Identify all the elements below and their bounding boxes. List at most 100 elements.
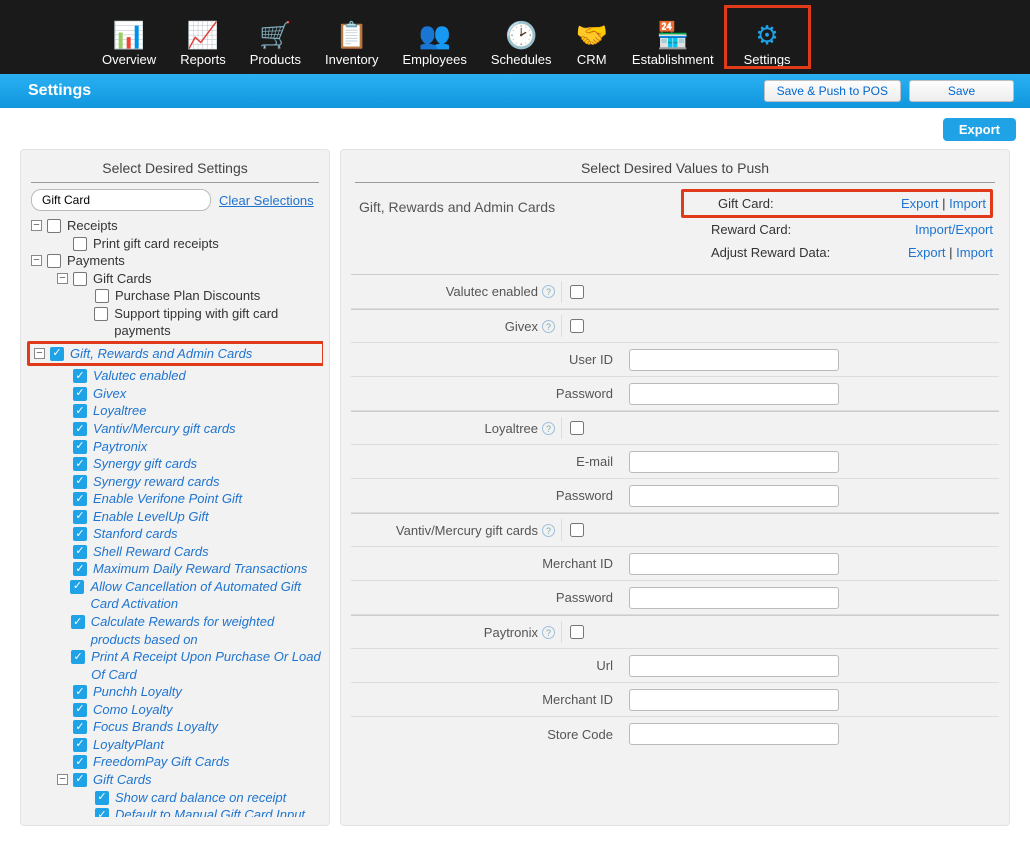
tree-item-print-receipt[interactable]: Print A Receipt Upon Purchase Or Load Of… [91, 648, 323, 683]
checkbox[interactable] [95, 289, 109, 303]
tree-item-como[interactable]: Como Loyalty [93, 701, 172, 719]
save-button[interactable]: Save [909, 80, 1014, 102]
checkbox[interactable] [50, 347, 64, 361]
collapse-toggle[interactable]: − [31, 255, 42, 266]
tree-item-focus[interactable]: Focus Brands Loyalty [93, 718, 218, 736]
paytronix-merchant-id-input[interactable] [629, 689, 839, 711]
tree-item-loyaltree[interactable]: Loyaltree [93, 402, 146, 420]
tree-item-valutec[interactable]: Valutec enabled [93, 367, 186, 385]
tree-item-verifone[interactable]: Enable Verifone Point Gift [93, 490, 242, 508]
tree-item-receipts[interactable]: Receipts [67, 217, 118, 235]
checkbox[interactable] [73, 475, 87, 489]
checkbox[interactable] [73, 457, 87, 471]
tree-item-default-manual[interactable]: Default to Manual Gift Card Input [115, 806, 305, 817]
givex-user-id-input[interactable] [629, 349, 839, 371]
collapse-toggle[interactable]: − [57, 774, 68, 785]
vantiv-checkbox[interactable] [570, 523, 584, 537]
tree-item-support-tipping[interactable]: Support tipping with gift card payments [114, 305, 323, 340]
tree-item-gift-rewards-admin[interactable]: Gift, Rewards and Admin Cards [70, 345, 252, 363]
checkbox[interactable] [73, 720, 87, 734]
tree-item-payments[interactable]: Payments [67, 252, 125, 270]
paytronix-checkbox[interactable] [570, 625, 584, 639]
checkbox[interactable] [71, 615, 85, 629]
tree-item-paytronix[interactable]: Paytronix [93, 438, 147, 456]
checkbox[interactable] [73, 685, 87, 699]
tree-item-allow-cancel[interactable]: Allow Cancellation of Automated Gift Car… [90, 578, 323, 613]
clear-selections-link[interactable]: Clear Selections [219, 193, 314, 208]
checkbox[interactable] [73, 738, 87, 752]
help-icon[interactable]: ? [542, 320, 555, 333]
tree-item-levelup[interactable]: Enable LevelUp Gift [93, 508, 209, 526]
nav-settings[interactable]: ⚙Settings [726, 7, 809, 67]
help-icon[interactable]: ? [542, 422, 555, 435]
checkbox[interactable] [73, 492, 87, 506]
checkbox[interactable] [95, 808, 109, 817]
checkbox[interactable] [94, 307, 108, 321]
tree-item-vantiv[interactable]: Vantiv/Mercury gift cards [93, 420, 236, 438]
givex-password-input[interactable] [629, 383, 839, 405]
nav-crm[interactable]: 🤝CRM [564, 7, 620, 67]
nav-employees[interactable]: 👥Employees [391, 7, 479, 67]
tree-item-punchh[interactable]: Punchh Loyalty [93, 683, 182, 701]
checkbox[interactable] [73, 703, 87, 717]
loyaltree-checkbox[interactable] [570, 421, 584, 435]
loyaltree-email-input[interactable] [629, 451, 839, 473]
nav-establishment[interactable]: 🏪Establishment [620, 7, 726, 67]
collapse-toggle[interactable]: − [31, 220, 42, 231]
vantiv-password-input[interactable] [629, 587, 839, 609]
checkbox[interactable] [73, 755, 87, 769]
tree-item-gift-cards[interactable]: Gift Cards [93, 270, 152, 288]
nav-inventory[interactable]: 📋Inventory [313, 7, 390, 67]
collapse-toggle[interactable]: − [57, 273, 68, 284]
reward-card-import-export-link[interactable]: Import/Export [915, 222, 993, 237]
help-icon[interactable]: ? [542, 524, 555, 537]
loyaltree-password-input[interactable] [629, 485, 839, 507]
givex-checkbox[interactable] [570, 319, 584, 333]
checkbox[interactable] [95, 791, 109, 805]
nav-schedules[interactable]: 🕑Schedules [479, 7, 564, 67]
nav-reports[interactable]: 📈Reports [168, 7, 238, 67]
adjust-export-link[interactable]: Export [908, 245, 946, 260]
gift-card-import-link[interactable]: Import [949, 196, 986, 211]
nav-overview[interactable]: 📊Overview [90, 7, 168, 67]
checkbox[interactable] [73, 510, 87, 524]
vantiv-merchant-id-input[interactable] [629, 553, 839, 575]
tree-item-max-daily[interactable]: Maximum Daily Reward Transactions [93, 560, 307, 578]
help-icon[interactable]: ? [542, 626, 555, 639]
tree-item-freedompay[interactable]: FreedomPay Gift Cards [93, 753, 230, 771]
tree-item-synergy-reward[interactable]: Synergy reward cards [93, 473, 219, 491]
export-button[interactable]: Export [943, 118, 1016, 141]
tree-item-gift-cards-sub[interactable]: Gift Cards [93, 771, 152, 789]
collapse-toggle[interactable]: − [34, 348, 45, 359]
tree-item-calc-rewards[interactable]: Calculate Rewards for weighted products … [91, 613, 323, 648]
tree-item-shell[interactable]: Shell Reward Cards [93, 543, 209, 561]
checkbox[interactable] [73, 440, 87, 454]
checkbox[interactable] [73, 527, 87, 541]
paytronix-store-code-input[interactable] [629, 723, 839, 745]
tree-item-givex[interactable]: Givex [93, 385, 126, 403]
tree-item-show-balance[interactable]: Show card balance on receipt [115, 789, 286, 807]
checkbox[interactable] [73, 404, 87, 418]
checkbox[interactable] [73, 369, 87, 383]
checkbox[interactable] [73, 545, 87, 559]
gift-card-export-link[interactable]: Export [901, 196, 939, 211]
checkbox[interactable] [47, 219, 61, 233]
tree-item-stanford[interactable]: Stanford cards [93, 525, 178, 543]
adjust-import-link[interactable]: Import [956, 245, 993, 260]
checkbox[interactable] [73, 562, 87, 576]
checkbox[interactable] [47, 254, 61, 268]
settings-search-input[interactable] [31, 189, 211, 211]
checkbox[interactable] [71, 650, 85, 664]
tree-item-synergy-gift[interactable]: Synergy gift cards [93, 455, 197, 473]
checkbox[interactable] [73, 237, 87, 251]
checkbox[interactable] [70, 580, 84, 594]
save-push-button[interactable]: Save & Push to POS [764, 80, 901, 102]
checkbox[interactable] [73, 422, 87, 436]
nav-products[interactable]: 🛒Products [238, 7, 313, 67]
valutec-checkbox[interactable] [570, 285, 584, 299]
paytronix-url-input[interactable] [629, 655, 839, 677]
checkbox[interactable] [73, 387, 87, 401]
checkbox[interactable] [73, 272, 87, 286]
checkbox[interactable] [73, 773, 87, 787]
tree-item-loyaltyplant[interactable]: LoyaltyPlant [93, 736, 164, 754]
